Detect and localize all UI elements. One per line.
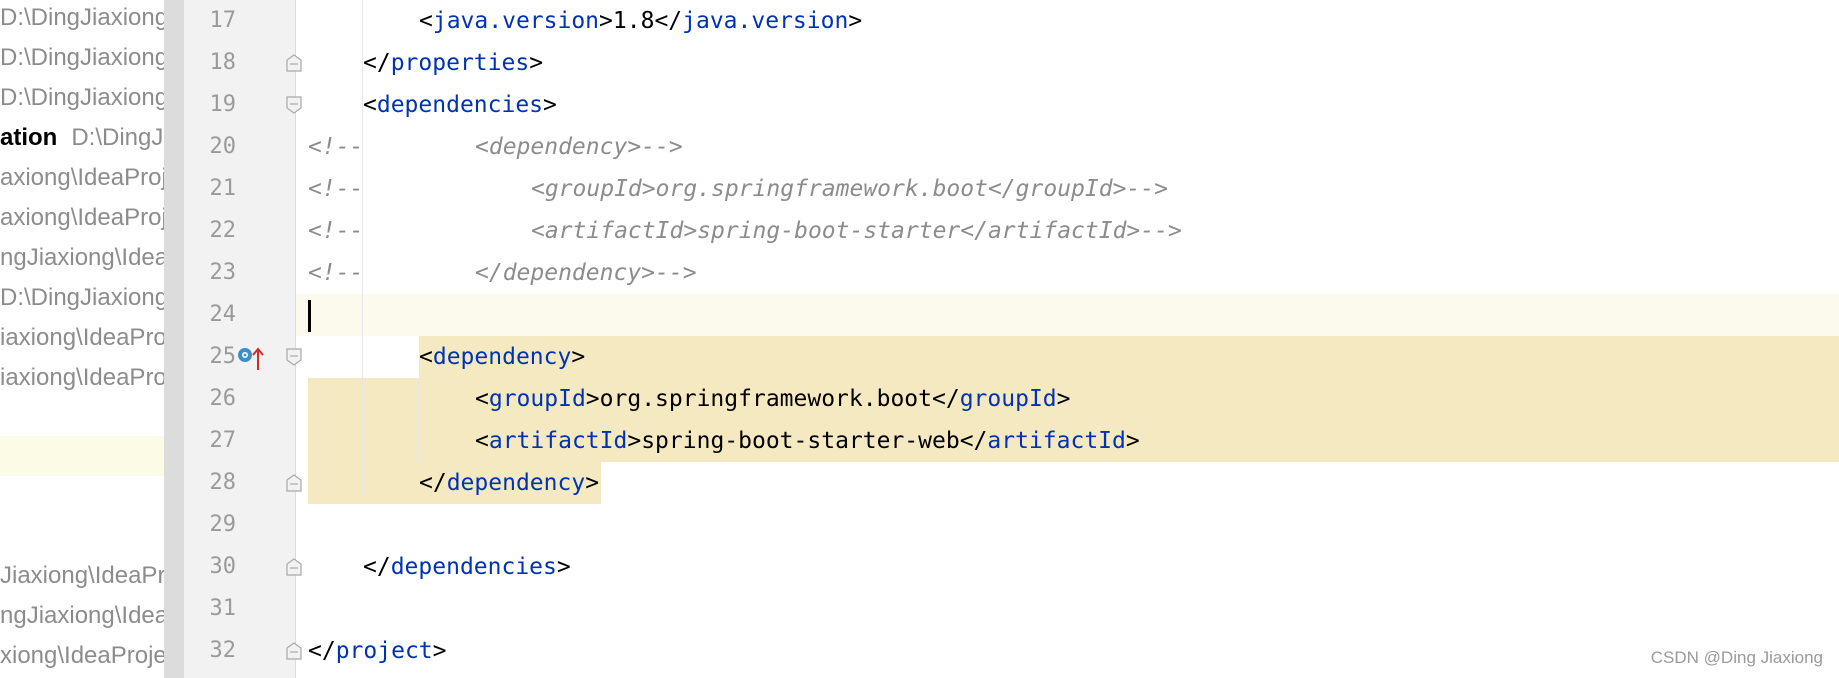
line-number[interactable]: 19 (184, 84, 237, 126)
code-line-20: <dependency>--> (475, 134, 683, 160)
line-number[interactable]: 21 (184, 168, 237, 210)
project-path-item[interactable]: ngJiaxiong\IdeaPr (0, 596, 164, 636)
xml-tag-name: java.version (432, 8, 600, 34)
path-text: D:\DingJia (71, 124, 164, 151)
indent-guide (418, 378, 419, 462)
module-name: ation (0, 124, 58, 151)
code-line-25: <dependency> (419, 344, 586, 370)
line-number[interactable]: 29 (184, 504, 237, 546)
fold-end-icon[interactable] (286, 558, 302, 576)
comment-prefix: <!-- (308, 176, 364, 202)
path-text: D:\DingJiaxiong\ (0, 84, 164, 111)
selection-highlight (419, 336, 1839, 378)
code-line-22: <artifactId>spring-boot-starter</artifac… (531, 218, 1182, 244)
xml-tag-name: groupId (488, 386, 586, 412)
line-number[interactable]: 20 (184, 126, 237, 168)
path-text: ngJiaxiong\IdeaP (0, 244, 164, 271)
xml-tag-name: artifactId (488, 428, 628, 454)
project-path-item[interactable]: ngJiaxiong\IdeaP (0, 238, 164, 278)
code-line-27: <artifactId>spring-boot-starter-web</art… (475, 428, 1140, 454)
comment-prefix: <!-- (308, 218, 364, 244)
project-path-item[interactable]: axiong\IdeaProje (0, 158, 164, 198)
project-path-item[interactable]: Jiaxiong\IdeaPro (0, 556, 164, 596)
project-path-item[interactable]: ation D:\DingJia (0, 118, 164, 158)
panel-resize-handle[interactable] (164, 0, 184, 678)
code-line-23: </dependency>--> (475, 260, 697, 286)
text-caret (308, 300, 311, 332)
comment-prefix: <!-- (308, 134, 364, 160)
code-line-21: <groupId>org.springframework.boot</group… (531, 176, 1168, 202)
path-text: iaxiong\IdeaProj (0, 364, 164, 391)
line-number[interactable]: 28 (184, 462, 237, 504)
path-text: iaxiong\IdeaProj (0, 324, 164, 351)
maven-navigate-icon[interactable] (236, 344, 266, 372)
code-line-18: </properties> (363, 50, 544, 76)
path-text: D:\DingJiaxiong\ (0, 4, 164, 31)
code-line-19: <dependencies> (363, 92, 557, 118)
xml-text-value: 1.8 (612, 8, 655, 34)
xml-tag-name: project (335, 638, 433, 664)
fold-start-icon[interactable] (286, 96, 302, 114)
project-path-item[interactable]: D:\DingJiaxiong\ (0, 278, 164, 318)
xml-tag-name: properties (390, 50, 530, 76)
code-line-28: </dependency> (419, 470, 600, 496)
fold-end-icon[interactable] (286, 642, 302, 660)
code-line-30: </dependencies> (363, 554, 571, 580)
code-line-32: </project> (308, 638, 447, 664)
xml-tag-name: dependency (446, 470, 586, 496)
project-path-item[interactable]: D:\DingJiaxiong\ (0, 78, 164, 118)
line-number[interactable]: 23 (184, 252, 237, 294)
current-line-highlight (296, 294, 1839, 336)
line-number[interactable]: 31 (184, 588, 237, 630)
xml-tag-name: groupId (959, 386, 1057, 412)
code-line-26: <groupId>org.springframework.boot</group… (475, 386, 1071, 412)
xml-tag-name: dependency (432, 344, 572, 370)
fold-start-icon[interactable] (286, 348, 302, 366)
line-number[interactable]: 18 (184, 42, 237, 84)
xml-tag-name: dependencies (390, 554, 557, 580)
xml-text-value: spring-boot-starter-web (641, 428, 960, 454)
project-path-item[interactable]: iaxiong\IdeaProj (0, 358, 164, 398)
line-number[interactable]: 32 (184, 630, 237, 672)
line-number[interactable]: 26 (184, 378, 237, 420)
line-number[interactable]: 27 (184, 420, 237, 462)
project-tree-panel: D:\DingJiaxiong\ D:\DingJiaxiong\ D:\Din… (0, 0, 164, 678)
xml-tag-name: java.version (682, 8, 849, 34)
path-text: D:\DingJiaxiong\ (0, 44, 164, 71)
path-text: axiong\IdeaProje (0, 164, 164, 191)
path-text: D:\DingJiaxiong\ (0, 284, 164, 311)
path-text: xiong\IdeaProjec (0, 642, 164, 669)
project-path-item[interactable]: axiong\IdeaProje (0, 198, 164, 238)
project-path-item[interactable]: D:\DingJiaxiong\ (0, 38, 164, 78)
code-line-17: <java.version>1.8</java.version> (419, 8, 863, 34)
xml-text-value: org.springframework.boot (599, 386, 932, 412)
path-text: Jiaxiong\IdeaPro (0, 562, 164, 589)
line-number[interactable]: 24 (184, 294, 237, 336)
fold-end-icon[interactable] (286, 54, 302, 72)
selected-row-highlight (0, 436, 164, 476)
watermark: CSDN @Ding Jiaxiong (1650, 648, 1823, 667)
fold-end-icon[interactable] (286, 474, 302, 492)
xml-tag-name: artifactId (987, 428, 1126, 454)
line-number[interactable]: 30 (184, 546, 237, 588)
line-number[interactable]: 25 (184, 336, 237, 378)
project-path-item[interactable]: iaxiong\IdeaProj (0, 318, 164, 358)
xml-tag-name: dependencies (376, 92, 544, 118)
project-path-item[interactable]: xiong\IdeaProjec (0, 636, 164, 676)
path-text: axiong\IdeaProje (0, 204, 164, 231)
comment-prefix: <!-- (308, 260, 364, 286)
path-text: ngJiaxiong\IdeaPr (0, 602, 164, 629)
line-number[interactable]: 17 (184, 0, 237, 42)
line-number[interactable]: 22 (184, 210, 237, 252)
project-path-item[interactable]: D:\DingJiaxiong\ (0, 0, 164, 38)
